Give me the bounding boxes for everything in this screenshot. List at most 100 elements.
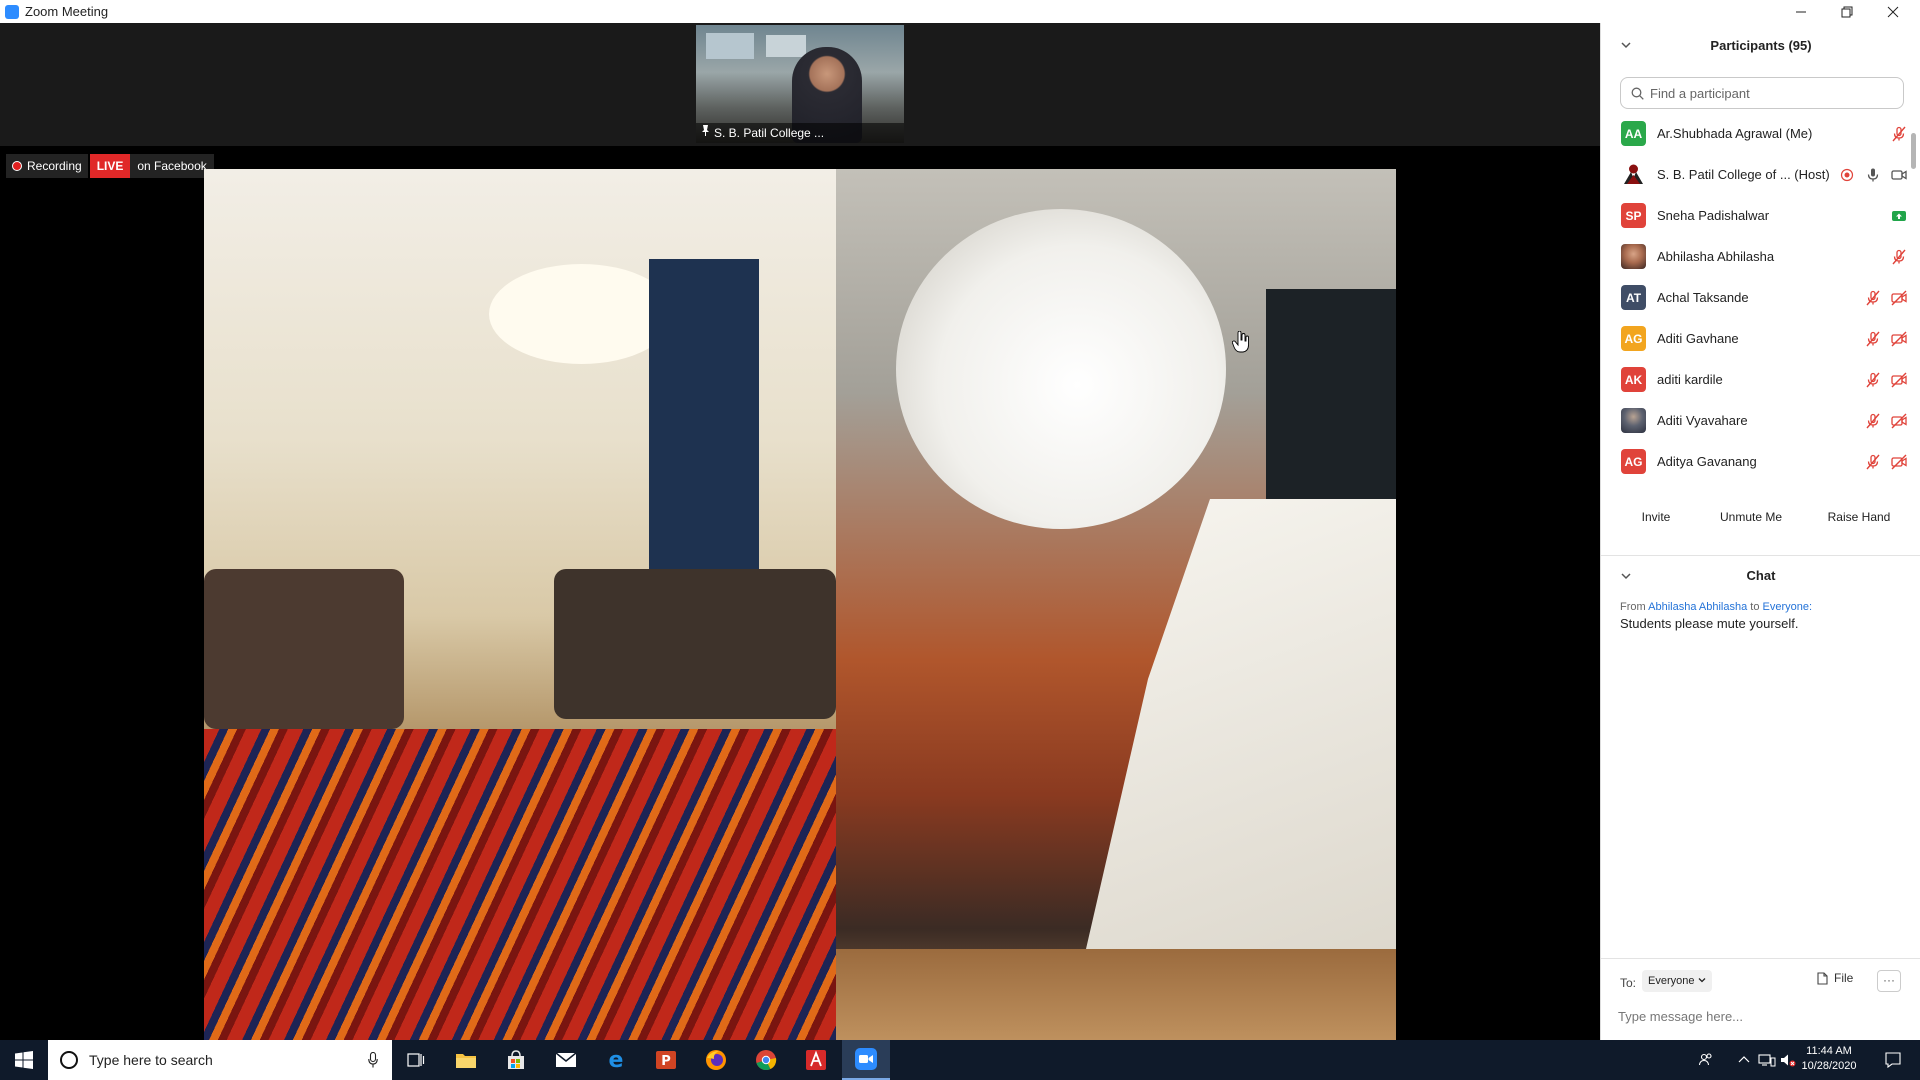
mail-button[interactable] — [542, 1040, 590, 1080]
close-window-button[interactable] — [1870, 0, 1916, 23]
participant-name: Achal Taksande — [1657, 290, 1749, 305]
participant-row[interactable]: SP Sneha Padishalwar — [1601, 195, 1920, 236]
chevron-up-icon — [1738, 1056, 1750, 1063]
avatar: AT — [1621, 285, 1646, 310]
file-explorer-button[interactable] — [442, 1040, 490, 1080]
chrome-icon — [756, 1050, 777, 1071]
participant-name: Ar.Shubhada Agrawal (Me) — [1657, 126, 1813, 141]
recording-status: Recording LIVE on Facebook — [6, 154, 214, 178]
chat-sender[interactable]: Abhilasha Abhilasha — [1648, 601, 1747, 613]
side-panel: Participants (95) AA Ar.Shubhada Agrawal… — [1600, 23, 1920, 1040]
mic-muted-icon — [1892, 249, 1906, 264]
participant-row[interactable]: Aditi Vyavahare — [1601, 400, 1920, 441]
firefox-button[interactable] — [692, 1040, 740, 1080]
avatar: AG — [1621, 449, 1646, 474]
action-center-button[interactable] — [1874, 1040, 1912, 1080]
participant-row[interactable]: AT Achal Taksande — [1601, 277, 1920, 318]
sofa-left — [204, 569, 404, 729]
interior-photo-living-room — [204, 169, 836, 1063]
network-button[interactable] — [1756, 1040, 1778, 1080]
participant-name: Aditi Vyavahare — [1657, 413, 1748, 428]
camera-off-icon — [1891, 290, 1907, 305]
show-hidden-icons-button[interactable] — [1734, 1040, 1754, 1080]
avatar: SP — [1621, 203, 1646, 228]
mic-muted-icon — [1866, 331, 1880, 346]
participant-row[interactable]: Abhilasha Abhilasha — [1601, 236, 1920, 277]
avatar — [1621, 244, 1646, 269]
participant-list: AA Ar.Shubhada Agrawal (Me) S. B. Patil … — [1601, 113, 1920, 482]
powerpoint-button[interactable]: P — [642, 1040, 690, 1080]
avatar: AA — [1621, 121, 1646, 146]
recording-indicator[interactable]: Recording — [6, 154, 88, 178]
raise-hand-button[interactable]: Raise Hand — [1819, 503, 1899, 531]
live-destination[interactable]: on Facebook — [130, 154, 214, 178]
search-icon — [1631, 87, 1644, 100]
background-window — [766, 35, 806, 57]
camera-off-icon — [1891, 372, 1907, 387]
volume-muted-icon — [1781, 1054, 1796, 1067]
microphone-icon[interactable] — [368, 1052, 378, 1068]
blue-wall — [649, 259, 759, 619]
store-icon — [508, 1050, 524, 1069]
file-button[interactable]: File — [1817, 971, 1853, 985]
chevron-down-icon — [1698, 978, 1706, 983]
task-view-button[interactable] — [392, 1040, 440, 1080]
participant-row[interactable]: S. B. Patil College of ... (Host) — [1601, 154, 1920, 195]
camera-off-icon — [1891, 454, 1907, 469]
participant-row[interactable]: AA Ar.Shubhada Agrawal (Me) — [1601, 113, 1920, 154]
taskbar-clock[interactable]: 11:44 AM 10/28/2020 — [1798, 1044, 1860, 1074]
participant-search-input[interactable] — [1650, 85, 1890, 101]
invite-button[interactable]: Invite — [1631, 503, 1681, 531]
screen: Zoom Meeting S. B. Patil College ... Rec… — [0, 0, 1920, 1080]
svg-text:P: P — [661, 1054, 671, 1069]
unmute-me-button[interactable]: Unmute Me — [1711, 503, 1791, 531]
participant-name: Aditi Gavhane — [1657, 331, 1739, 346]
participant-row[interactable]: AG Aditi Gavhane — [1601, 318, 1920, 359]
pin-icon — [701, 125, 710, 139]
mic-muted-icon — [1866, 290, 1880, 305]
window-title: Zoom Meeting — [25, 4, 109, 19]
zoom-logo-icon — [5, 4, 19, 19]
restore-button[interactable] — [1824, 0, 1870, 23]
participant-actions: Invite Unmute Me Raise Hand — [1601, 503, 1920, 531]
hand-cursor-icon — [1232, 331, 1249, 353]
camera-icon — [1891, 169, 1907, 180]
svg-text:e: e — [609, 1049, 624, 1071]
chrome-button[interactable] — [742, 1040, 790, 1080]
participant-search[interactable] — [1620, 77, 1904, 109]
volume-button[interactable] — [1778, 1040, 1798, 1080]
people-button[interactable] — [1694, 1040, 1718, 1080]
more-options-button[interactable]: ··· — [1877, 970, 1901, 992]
interior-photo-staircase — [836, 169, 1396, 1063]
to-label: To: — [1620, 976, 1637, 990]
shared-screen: Recording LIVE on Facebook — [0, 146, 1600, 1063]
zoom-icon — [855, 1048, 877, 1070]
file-explorer-icon — [456, 1054, 476, 1068]
chat-message-input[interactable] — [1618, 1009, 1903, 1024]
acrobat-button[interactable] — [792, 1040, 840, 1080]
taskbar-search-box[interactable]: Type here to search — [48, 1040, 392, 1080]
participant-row[interactable]: AG Aditya Gavanang — [1601, 441, 1920, 482]
live-badge[interactable]: LIVE — [89, 154, 131, 178]
zoom-taskbar-button[interactable] — [842, 1040, 890, 1080]
video-participant-name: S. B. Patil College ... — [696, 123, 904, 143]
shared-slide — [204, 169, 1396, 1063]
participant-name: Abhilasha Abhilasha — [1657, 249, 1775, 264]
screen-share-icon — [1892, 210, 1906, 221]
edge-icon: e — [609, 1049, 624, 1071]
edge-button[interactable]: e — [592, 1040, 640, 1080]
video-thumbnail[interactable]: S. B. Patil College ... — [696, 25, 904, 143]
skylight — [896, 209, 1226, 529]
avatar — [1621, 408, 1646, 433]
title-bar: Zoom Meeting — [0, 0, 1920, 23]
background-window — [706, 33, 754, 59]
start-button[interactable] — [0, 1040, 48, 1080]
participant-name: S. B. Patil College of ... (Host) — [1657, 167, 1830, 182]
minimize-button[interactable] — [1778, 0, 1824, 23]
clock-time: 11:44 AM — [1806, 1045, 1852, 1057]
chat-recipient: Everyone: — [1762, 601, 1813, 613]
store-button[interactable] — [492, 1040, 540, 1080]
participant-row[interactable]: AK aditi kardile — [1601, 359, 1920, 400]
chat-recipient-select[interactable]: Everyone — [1642, 970, 1712, 992]
college-logo-icon — [1624, 164, 1643, 184]
